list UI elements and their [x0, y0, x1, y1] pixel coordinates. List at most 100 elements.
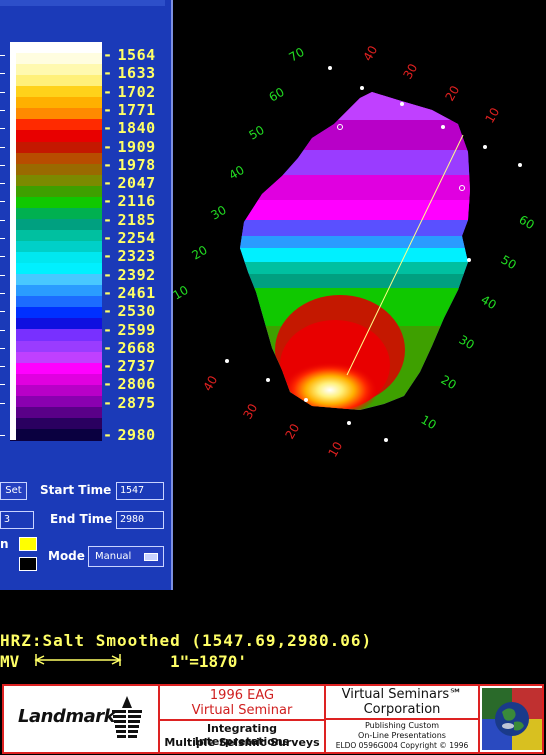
landmark-section: Landmark — [4, 686, 160, 752]
color-bar-bevel — [10, 42, 16, 440]
color-swatch — [10, 274, 102, 286]
colorbar-panel: Set Start Time 1547 3 End Time 2980 n Mo… — [0, 0, 173, 590]
color-scale-label: -2980 — [103, 426, 156, 444]
left-tick — [0, 146, 5, 148]
color-scale-label: -2737 — [103, 357, 156, 376]
end-time-field[interactable]: 2980 — [116, 511, 164, 529]
row3-label: n — [0, 537, 9, 551]
mv-label: MV — [0, 652, 20, 671]
survey-surface — [240, 92, 470, 410]
svg-text:20: 20 — [190, 243, 210, 263]
scale-bar — [34, 654, 122, 666]
color-swatch — [10, 406, 102, 419]
color-swatch — [10, 296, 102, 308]
svg-text:30: 30 — [457, 332, 477, 352]
left-tick — [0, 274, 5, 276]
color-swatch — [10, 218, 102, 231]
landmark-logo-text: Landmark — [18, 706, 116, 727]
color-swatch — [10, 163, 102, 176]
color-swatch — [10, 185, 102, 198]
start-time-field[interactable]: 1547 — [116, 482, 164, 500]
color-swatch — [10, 196, 102, 209]
color-scale-label: -2047 — [103, 174, 156, 193]
seminar-section: 1996 EAG Virtual Seminar Integrating Int… — [160, 686, 326, 752]
color-scale-label: -2323 — [103, 247, 156, 266]
color-scale-label: -1564 — [103, 46, 156, 64]
left-tick — [0, 73, 5, 75]
color-swatch — [10, 263, 102, 275]
left-value-field[interactable]: 3 — [0, 511, 34, 529]
left-tick — [0, 366, 5, 368]
svg-text:70: 70 — [287, 45, 307, 65]
left-tick — [0, 384, 5, 386]
left-tick — [0, 91, 5, 93]
left-tick — [0, 238, 5, 239]
seismic-horizon-map[interactable]: 70 40 30 20 10 60 50 40 30 20 10 60 50 4… — [170, 0, 546, 600]
globe-logo-icon — [482, 688, 542, 750]
title-line2: Multiple Seismic Surveys — [164, 736, 320, 749]
color-swatch — [10, 86, 102, 98]
mode-dropdown[interactable]: Manual — [88, 546, 164, 567]
svg-text:40: 40 — [227, 163, 247, 183]
color-swatch — [10, 307, 102, 319]
svg-text:10: 10 — [482, 105, 502, 125]
color-swatch — [10, 108, 102, 120]
svg-text:60: 60 — [517, 212, 537, 232]
color-swatch — [10, 64, 102, 76]
color-swatch — [10, 252, 102, 264]
end-time-label: End Time — [50, 512, 113, 526]
left-tick — [0, 55, 5, 56]
event-line2: Virtual Seminar — [160, 703, 324, 721]
color-swatch — [10, 97, 102, 109]
left-tick — [0, 256, 5, 258]
color-swatch — [10, 53, 102, 65]
vs-small1: Publishing Custom — [364, 721, 440, 730]
color-swatch — [10, 318, 102, 331]
svg-text:30: 30 — [240, 401, 260, 421]
color-scale-label: -1909 — [103, 137, 156, 156]
color-scale-bar — [10, 42, 102, 441]
color-swatch — [10, 395, 102, 408]
dropdown-arrow-icon — [144, 553, 158, 561]
left-tick — [0, 292, 5, 294]
highlight-color-chip[interactable] — [19, 537, 37, 551]
color-swatch — [10, 174, 102, 187]
color-scale-label: -1840 — [103, 119, 156, 138]
color-scale-label: -1633 — [103, 64, 156, 83]
color-scale-label: -2875 — [103, 393, 156, 412]
color-scale-label: -2392 — [103, 265, 156, 284]
color-scale-label: -2461 — [103, 283, 156, 302]
svg-text:50: 50 — [499, 252, 519, 272]
color-swatch — [10, 152, 102, 165]
color-swatch — [10, 384, 102, 397]
color-swatch — [10, 241, 102, 253]
color-scale-label: -1771 — [103, 100, 156, 119]
virtual-seminars-section: Virtual Seminars℠ Corporation Publishing… — [326, 686, 480, 752]
left-tick — [0, 329, 5, 331]
left-tick — [0, 201, 5, 203]
color-swatch — [10, 428, 102, 441]
color-swatch — [10, 340, 102, 353]
color-swatch — [10, 130, 102, 143]
color-swatch — [10, 362, 102, 375]
color-swatch — [10, 329, 102, 342]
svg-text:20: 20 — [439, 372, 459, 392]
color-swatch — [10, 229, 102, 242]
set-button[interactable]: Set — [0, 482, 27, 500]
color-swatch — [10, 373, 102, 386]
color-swatch — [10, 119, 102, 132]
left-tick — [0, 219, 5, 221]
color-scale-label: -1978 — [103, 155, 156, 174]
svg-text:40: 40 — [200, 373, 220, 393]
vs-small2: On-Line Presentations — [358, 731, 446, 740]
left-tick — [0, 402, 5, 404]
svg-text:50: 50 — [247, 123, 267, 143]
left-tick — [0, 109, 5, 111]
vs-line1: Virtual Seminars℠ — [341, 687, 463, 702]
svg-text:10: 10 — [325, 439, 345, 459]
background-color-chip[interactable] — [19, 557, 37, 571]
svg-text:20: 20 — [442, 83, 462, 103]
svg-text:30: 30 — [209, 203, 229, 223]
color-scale-label: -2530 — [103, 302, 156, 321]
horizon-info: HRZ:Salt Smoothed (1547.69,2980.06) — [0, 631, 373, 650]
